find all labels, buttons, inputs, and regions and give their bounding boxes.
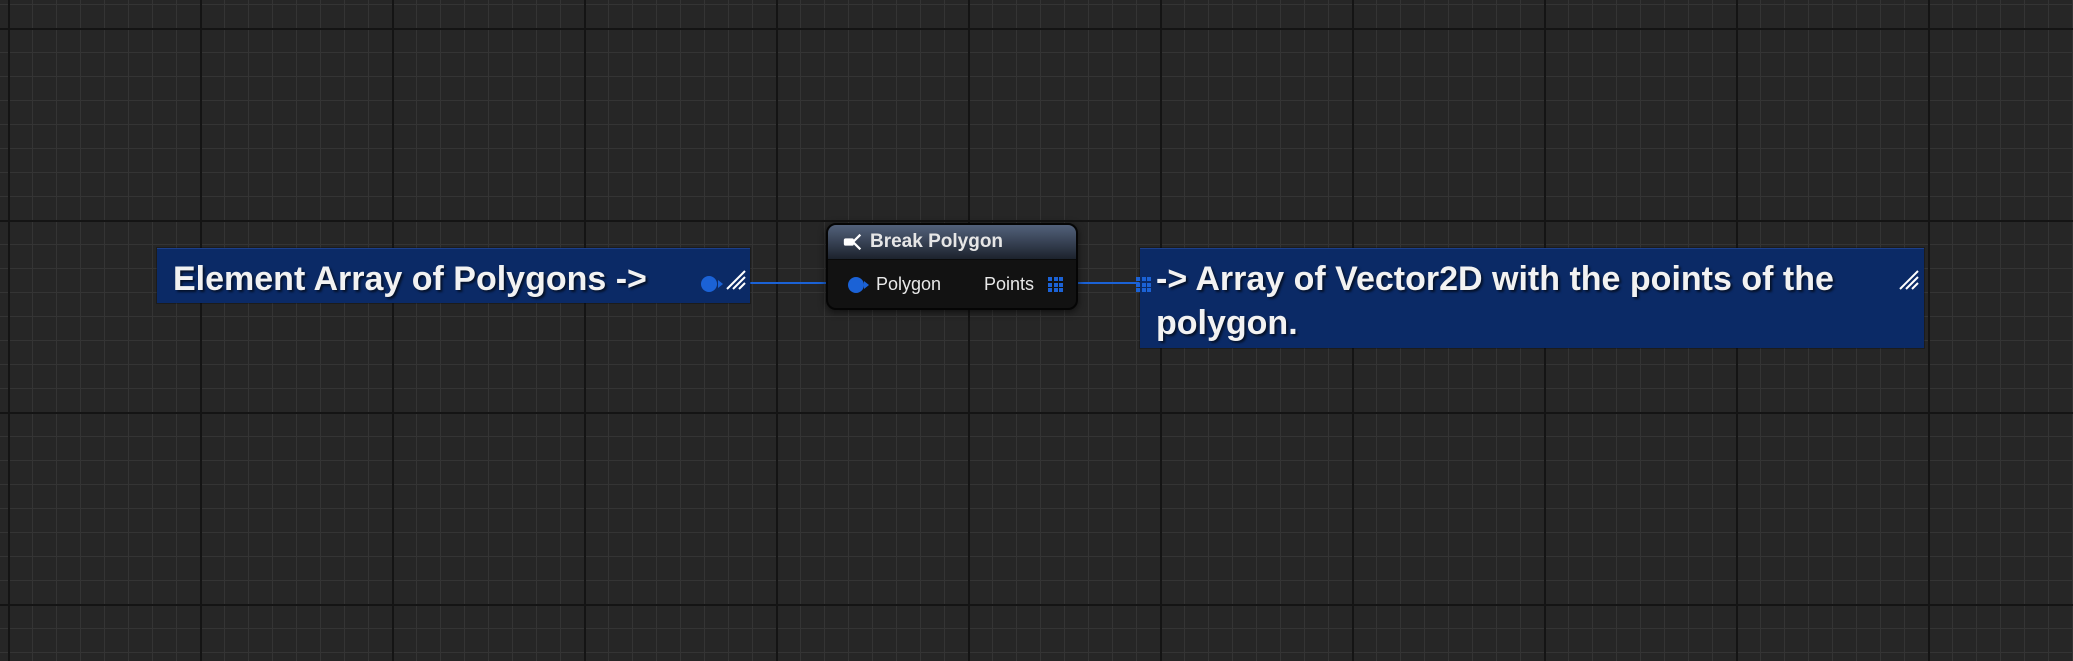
resize-handle-icon[interactable] — [725, 269, 747, 291]
input-pin-array-icon[interactable] — [1136, 277, 1151, 292]
output-pin-points-array-icon[interactable] — [1048, 277, 1063, 292]
output-pin-arrow — [718, 280, 723, 288]
output-pin-label: Points — [984, 274, 1035, 294]
output-pin-dot[interactable] — [701, 276, 717, 292]
comment-right-text: -> Array of Vector2D with the points of … — [1156, 260, 1834, 342]
break-polygon-node[interactable]: Break Polygon Polygon Points — [826, 223, 1078, 310]
comment-box-right[interactable]: -> Array of Vector2D with the points of … — [1136, 248, 1924, 348]
input-pin-polygon[interactable] — [848, 277, 864, 293]
input-pin-arrow — [864, 281, 869, 289]
input-pin-label: Polygon — [876, 274, 942, 294]
comment-left-text: Element Array of Polygons -> — [173, 260, 647, 298]
node-title: Break Polygon — [870, 231, 1004, 252]
break-struct-icon — [843, 233, 862, 251]
node-header[interactable]: Break Polygon — [828, 225, 1076, 260]
resize-handle-icon[interactable] — [1898, 269, 1920, 291]
comment-box-left[interactable]: Element Array of Polygons -> — [157, 248, 750, 303]
